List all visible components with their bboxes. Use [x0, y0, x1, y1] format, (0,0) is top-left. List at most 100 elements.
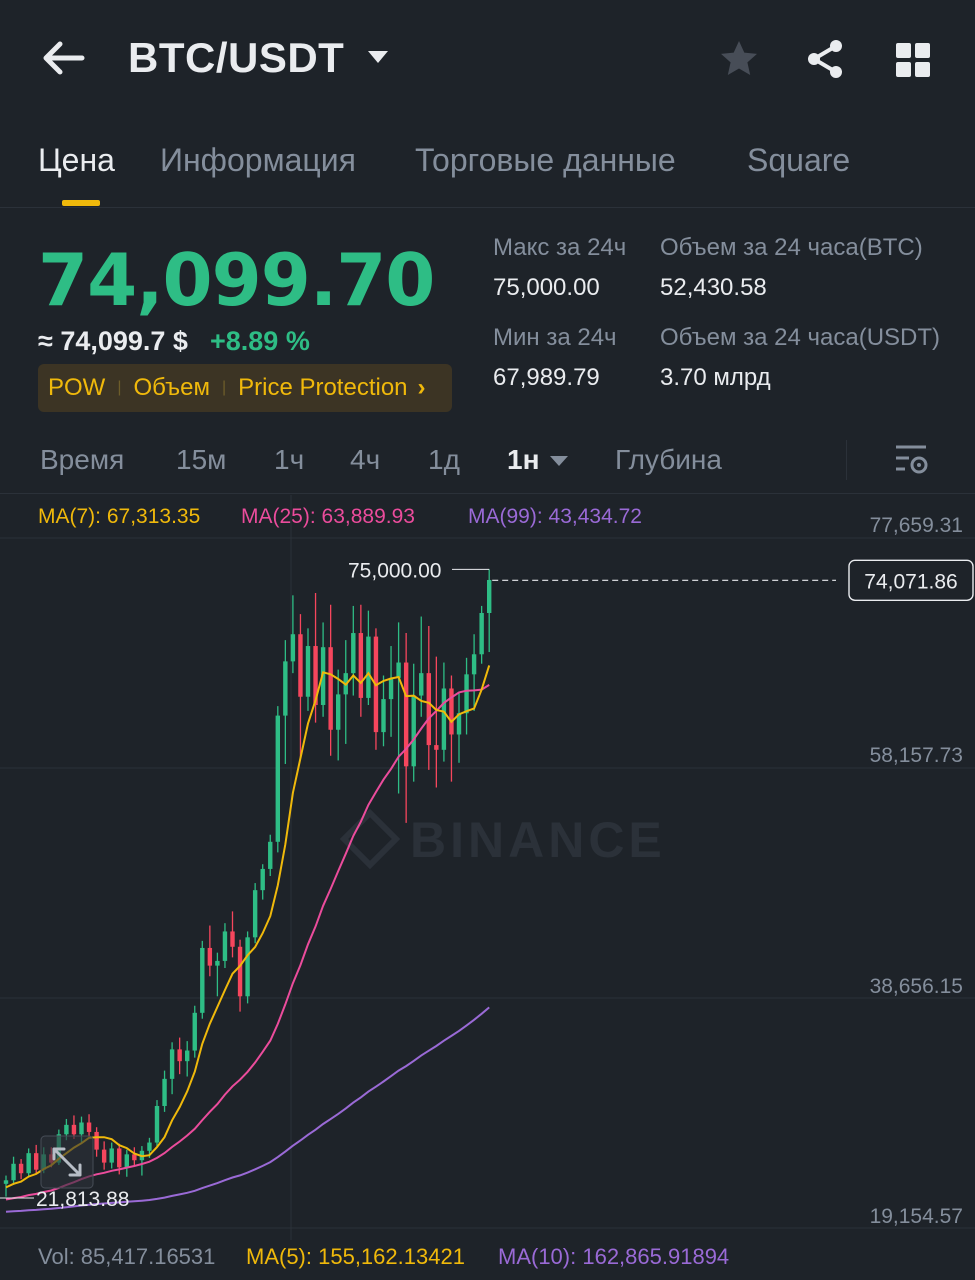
interval-1d[interactable]: 1д — [428, 444, 460, 476]
candle-body — [162, 1078, 167, 1106]
tag-volume[interactable]: Объем — [133, 374, 209, 402]
candle-body — [441, 688, 447, 750]
ma7-line — [5, 665, 491, 1189]
candle-body — [222, 931, 228, 961]
candle-body — [169, 1049, 175, 1079]
star-icon[interactable] — [718, 38, 760, 80]
divider — [846, 440, 847, 480]
candle-body — [71, 1124, 77, 1135]
candle-body — [11, 1163, 16, 1181]
tag-bar[interactable]: POW | Объем | Price Protection › — [38, 364, 452, 412]
candle-body — [101, 1149, 107, 1163]
volume-btc-value: 52,430.58 — [660, 274, 767, 301]
candle-body — [215, 960, 220, 966]
candle-body — [411, 695, 416, 767]
top-bar: BTC/USDT — [0, 0, 975, 120]
interval-4h[interactable]: 4ч — [350, 444, 380, 476]
chart-settings-icon[interactable] — [893, 442, 929, 478]
candle-body — [26, 1153, 31, 1174]
price-usd-approx: ≈ 74,099.7 $ — [38, 326, 188, 356]
candle-body — [86, 1122, 92, 1132]
candle-body — [185, 1050, 190, 1062]
caret-down-icon[interactable] — [366, 48, 390, 66]
candle-body — [366, 636, 371, 698]
price-chart[interactable]: BINANCE 75,000.00 21,813.88 74,071.86 77,65… — [0, 495, 975, 1240]
active-tab-indicator — [62, 200, 100, 206]
tab-trading-data[interactable]: Торговые данные — [415, 142, 676, 179]
tab-price[interactable]: Цена — [38, 142, 115, 179]
interval-1h[interactable]: 1ч — [274, 444, 304, 476]
candlestick-chart[interactable]: BINANCE 75,000.00 21,813.88 74,071.86 — [0, 495, 975, 1240]
tag-price-protection[interactable]: Price Protection — [238, 374, 407, 402]
candle-body — [275, 715, 280, 842]
volume-btc-label: Объем за 24 часа(BTC) — [660, 234, 923, 261]
y-axis-tick: 58,157.73 — [869, 744, 963, 767]
min-price-label: 21,813.88 — [36, 1188, 129, 1211]
candle-body — [192, 1012, 197, 1051]
high-24h-value: 75,000.00 — [493, 274, 600, 301]
candle-body — [268, 841, 273, 869]
candle-body — [147, 1142, 152, 1151]
candle-body — [298, 634, 303, 697]
candle-body — [200, 947, 205, 1013]
candle-body — [419, 673, 424, 696]
candle-body — [471, 654, 477, 675]
candle-body — [388, 677, 394, 700]
candle-body — [230, 931, 235, 947]
candle-body — [464, 674, 469, 714]
candle-body — [177, 1049, 182, 1062]
candle-body — [132, 1154, 137, 1161]
tab-square[interactable]: Square — [747, 142, 850, 179]
candle-body — [260, 868, 265, 891]
candle-body — [487, 579, 492, 614]
interval-depth[interactable]: Глубина — [615, 444, 722, 476]
candle-body — [283, 661, 288, 716]
candle-body — [396, 662, 401, 678]
caret-down-icon[interactable] — [548, 454, 570, 468]
candle-body — [79, 1122, 84, 1135]
candle-body — [479, 613, 484, 655]
tab-info[interactable]: Информация — [160, 142, 356, 179]
watermark-text: BINANCE — [410, 812, 666, 868]
arrow-left-icon[interactable] — [38, 38, 86, 78]
tab-bar: Цена Информация Торговые данные Square — [0, 130, 975, 208]
candle-body — [64, 1124, 69, 1135]
candle-body — [305, 646, 311, 697]
price-change-percent: +8.89 % — [210, 326, 310, 356]
candle-body — [207, 947, 213, 966]
candle-body — [154, 1105, 160, 1143]
grid-icon[interactable] — [893, 40, 933, 80]
candle-body — [381, 699, 386, 733]
low-24h-label: Мин за 24ч — [493, 324, 617, 351]
candle-body — [336, 694, 341, 730]
candle-body — [124, 1154, 129, 1168]
candle-body — [252, 890, 258, 938]
chevron-right-icon: › — [417, 374, 426, 401]
volume-value: Vol: 85,417.16531 — [38, 1244, 216, 1269]
tag-pow[interactable]: POW — [48, 374, 105, 402]
interval-time[interactable]: Время — [40, 444, 124, 476]
candle-body — [426, 673, 431, 746]
candle-body — [94, 1131, 99, 1150]
candle-body — [434, 745, 439, 750]
volume-usdt-value: 3.70 млрд — [660, 364, 771, 391]
candle-body — [3, 1180, 9, 1184]
current-price-label: 74,071.86 — [864, 570, 957, 593]
max-price-label: 75,000.00 — [348, 559, 441, 582]
interval-bar: Время 15м 1ч 4ч 1д 1н Глубина — [0, 436, 975, 494]
candle-body — [351, 633, 356, 674]
candle-body — [109, 1148, 114, 1163]
candle-body — [237, 946, 243, 997]
interval-1w[interactable]: 1н — [507, 444, 539, 476]
interval-15m[interactable]: 15м — [176, 444, 226, 476]
volume-ma5: MA(5): 155,162.13421 — [246, 1244, 465, 1269]
y-axis-tick: 19,154.57 — [869, 1205, 963, 1228]
candle-body — [34, 1153, 39, 1170]
share-icon[interactable] — [804, 38, 846, 80]
pair-title[interactable]: BTC/USDT — [128, 34, 344, 82]
tag-divider: | — [117, 379, 122, 396]
volume-ma10: MA(10): 162,865.91894 — [498, 1244, 730, 1269]
tag-divider: | — [221, 379, 227, 396]
y-axis-tick: 38,656.15 — [869, 975, 963, 998]
last-price: 74,099.70 — [38, 238, 435, 322]
